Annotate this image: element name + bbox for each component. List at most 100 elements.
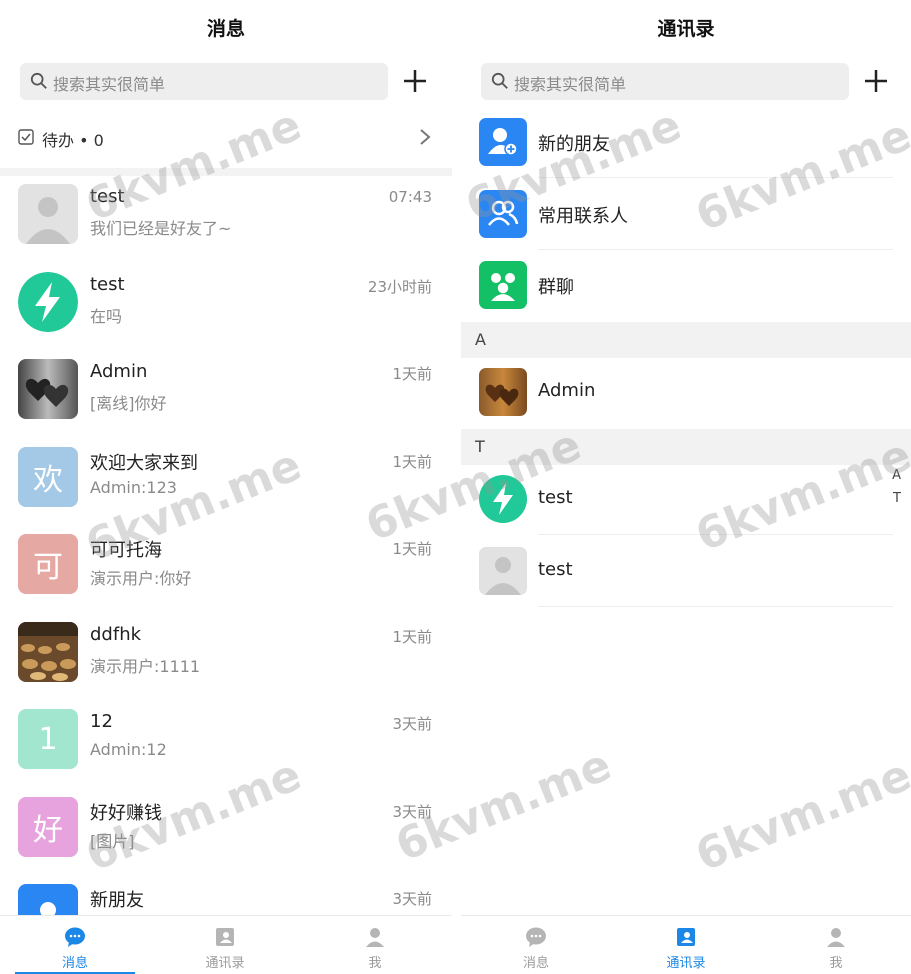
- divider: [538, 249, 893, 250]
- chat-name: ddfhk: [90, 623, 142, 645]
- chat-last-message: 演示用户:你好: [90, 569, 192, 588]
- avatar: 欢: [18, 446, 78, 507]
- contact-name: Admin: [538, 380, 596, 401]
- index-letter-a[interactable]: A: [892, 468, 901, 483]
- entry-label: 群聊: [538, 277, 574, 298]
- contact-test-2[interactable]: test: [461, 537, 911, 607]
- new-friends-entry[interactable]: 新的朋友: [461, 108, 911, 178]
- entry-label: 常用联系人: [538, 206, 628, 227]
- chat-time: 1天前: [392, 540, 432, 558]
- tab-messages[interactable]: 消息: [15, 916, 135, 974]
- plus-icon: [865, 70, 887, 92]
- chat-last-message: Admin:123: [90, 477, 177, 497]
- group-icon: [479, 261, 527, 309]
- page-title: 消息: [206, 18, 245, 40]
- chat-last-message: Admin:12: [90, 740, 167, 759]
- add-friend-icon: [479, 118, 527, 166]
- chat-item[interactable]: 欢 欢迎大家来到 Admin:123 1天前: [0, 433, 452, 520]
- avatar: [18, 359, 78, 419]
- plus-icon: [404, 70, 426, 92]
- search-icon: [491, 72, 508, 89]
- chat-name: 欢迎大家来到: [90, 452, 198, 474]
- chat-last-message: [离线]你好: [90, 394, 167, 413]
- divider: [538, 606, 893, 607]
- chat-last-message: [图片]: [90, 831, 135, 851]
- chat-time: 1天前: [392, 365, 432, 383]
- add-button[interactable]: [863, 66, 889, 96]
- index-letter-t[interactable]: T: [893, 491, 901, 506]
- tab-label: 我: [368, 956, 382, 971]
- chat-item[interactable]: 1 12 Admin:12 3天前: [0, 695, 452, 782]
- chat-item[interactable]: 好 好好赚钱 [图片] 3天前: [0, 783, 452, 870]
- contact-name: test: [538, 559, 573, 580]
- tab-label: 通讯录: [205, 956, 245, 971]
- tab-label: 通讯录: [666, 956, 706, 971]
- chat-last-message: 我们已经是好友了~: [90, 219, 232, 238]
- chat-item[interactable]: 可 可可托海演示用户:你好 1天前: [0, 520, 452, 607]
- chat-name: test: [90, 186, 125, 207]
- chat-item[interactable]: test 我们已经是好友了~ 07:43: [0, 170, 452, 257]
- chat-last-message: 在吗: [90, 306, 123, 326]
- chat-time: 3天前: [392, 802, 432, 821]
- contacts-icon: [479, 190, 527, 238]
- avatar-letter: 1: [38, 721, 58, 757]
- search-placeholder: 搜索其实很简单: [53, 75, 166, 94]
- divider: [538, 177, 893, 178]
- tab-bar: 消息 通讯录 我: [461, 915, 911, 974]
- avatar: 1: [18, 709, 78, 769]
- chat-name: 可可托海: [90, 540, 162, 561]
- avatar: [18, 184, 78, 244]
- entry-label: 新的朋友: [538, 134, 610, 155]
- chat-name: test: [90, 273, 125, 295]
- avatar: [479, 368, 527, 416]
- contacts-screen: 通讯录 搜索其实很简单 新的朋友 常用联系人 群聊 A Admin T test…: [461, 0, 911, 974]
- avatar: [479, 547, 527, 595]
- contact-admin[interactable]: Admin: [461, 358, 911, 428]
- section-header-t: T: [461, 429, 911, 465]
- tab-contacts[interactable]: 通讯录: [165, 916, 285, 974]
- add-button[interactable]: [402, 66, 428, 96]
- checkbox-icon: [18, 129, 34, 145]
- chat-item[interactable]: test 在吗 23小时前: [0, 258, 452, 345]
- group-chat-entry[interactable]: 群聊: [461, 251, 911, 321]
- chat-bubble-icon: [65, 927, 85, 947]
- chat-item[interactable]: ddfhk 演示用户:1111 1天前: [0, 608, 452, 695]
- tab-messages[interactable]: 消息: [476, 916, 596, 974]
- divider: [538, 534, 893, 535]
- tab-me[interactable]: 我: [776, 916, 896, 974]
- tab-label: 我: [829, 956, 843, 971]
- chat-name: Admin: [90, 361, 148, 382]
- search-input[interactable]: 搜索其实很简单: [20, 63, 388, 100]
- todo-row[interactable]: 待办 • 0: [18, 124, 438, 154]
- chat-last-message: 演示用户:1111: [90, 656, 201, 676]
- chat-time: 1天前: [392, 627, 432, 646]
- chat-name: 12: [90, 711, 113, 732]
- search-input[interactable]: 搜索其实很简单: [481, 63, 849, 100]
- chevron-right-icon: [420, 129, 431, 145]
- frequent-contacts-entry[interactable]: 常用联系人: [461, 180, 911, 250]
- address-book-icon: [216, 928, 234, 946]
- chat-item[interactable]: Admin [离线]你好 1天前: [0, 345, 452, 432]
- avatar: 可: [18, 534, 78, 594]
- avatar-letter: 欢: [33, 462, 63, 498]
- tab-label: 消息: [61, 956, 88, 971]
- chat-time: 23小时前: [367, 277, 432, 296]
- chat-name: 好好赚钱: [90, 802, 162, 824]
- chat-bubble-icon: [526, 927, 546, 947]
- section-letter: A: [475, 330, 486, 349]
- messages-screen: 消息 搜索其实很简单 待办 • 0 test 我们已经是好友了~ 07:43 test…: [0, 0, 452, 974]
- tab-bar: 消息 通讯录 我: [0, 915, 452, 974]
- avatar: [18, 621, 78, 682]
- tab-me[interactable]: 我: [315, 916, 435, 974]
- avatar-letter: 可: [33, 550, 63, 585]
- tab-label: 消息: [522, 956, 549, 971]
- contact-test-1[interactable]: test: [461, 465, 911, 535]
- chat-time: 1天前: [392, 452, 432, 471]
- user-icon: [827, 928, 845, 947]
- tab-contacts[interactable]: 通讯录: [626, 916, 746, 974]
- chat-time: 3天前: [392, 890, 432, 908]
- contact-name: test: [538, 487, 573, 508]
- avatar: [18, 271, 78, 332]
- user-icon: [366, 928, 384, 947]
- chat-name: 新朋友: [90, 890, 144, 911]
